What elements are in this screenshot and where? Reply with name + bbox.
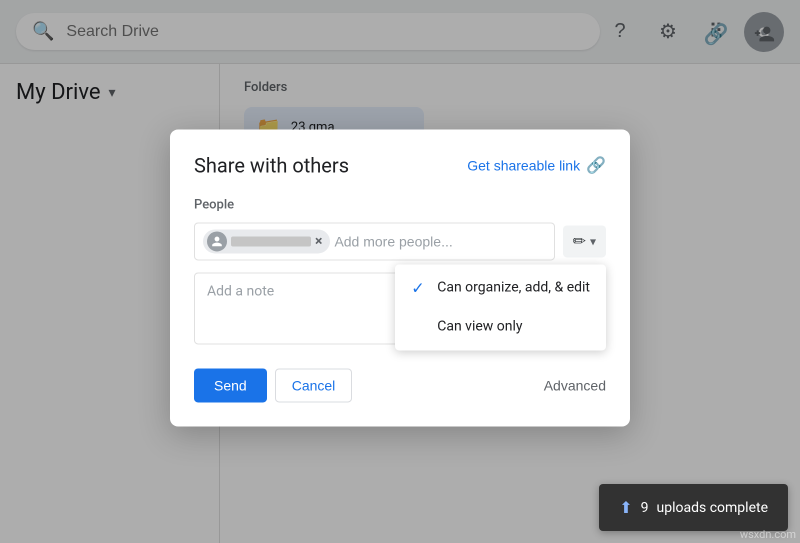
toast-message: uploads complete — [657, 500, 768, 516]
perm-option-view-label: Can view only — [437, 318, 522, 334]
perm-option-organize[interactable]: ✓ Can organize, add, & edit — [395, 268, 606, 307]
uploads-toast: ⬆ 9 uploads complete — [599, 484, 788, 531]
permission-dropdown: ✓ Can organize, add, & edit ✓ Can view o… — [395, 264, 606, 350]
dialog-footer: Send Cancel Advanced — [194, 368, 606, 402]
toast-icon: ⬆ — [619, 498, 632, 517]
dialog-title: Share with others — [194, 153, 349, 177]
dialog-header: Share with others Get shareable link 🔗 — [194, 153, 606, 177]
advanced-button[interactable]: Advanced — [544, 377, 606, 393]
permission-caret-icon: ▾ — [590, 234, 596, 248]
perm-option-view[interactable]: ✓ Can view only — [395, 307, 606, 346]
add-more-input[interactable] — [334, 233, 545, 249]
watermark: wsxdn.com — [736, 526, 800, 543]
check-icon: ✓ — [411, 278, 427, 297]
get-shareable-link-button[interactable]: Get shareable link 🔗 — [467, 155, 606, 175]
people-chips-input[interactable]: × — [194, 222, 555, 260]
link-icon: 🔗 — [586, 155, 606, 175]
person-chip[interactable]: × — [203, 229, 330, 253]
chip-close-icon[interactable]: × — [315, 233, 322, 249]
cancel-button[interactable]: Cancel — [275, 368, 353, 402]
chip-name-blur — [231, 236, 311, 246]
perm-option-organize-label: Can organize, add, & edit — [437, 279, 590, 295]
shareable-link-label: Get shareable link — [467, 157, 580, 173]
toast-count: 9 — [641, 500, 649, 516]
share-dialog: Share with others Get shareable link 🔗 P… — [170, 129, 630, 426]
send-button[interactable]: Send — [194, 368, 267, 402]
chip-avatar — [207, 231, 227, 251]
footer-actions-left: Send Cancel — [194, 368, 352, 402]
permission-button[interactable]: ✏ ▾ — [563, 225, 606, 257]
pencil-icon: ✏ — [573, 231, 586, 251]
people-input-row: × ✏ ▾ ✓ Can organize, add, & edit ✓ Can … — [194, 222, 606, 260]
people-label: People — [194, 197, 606, 212]
